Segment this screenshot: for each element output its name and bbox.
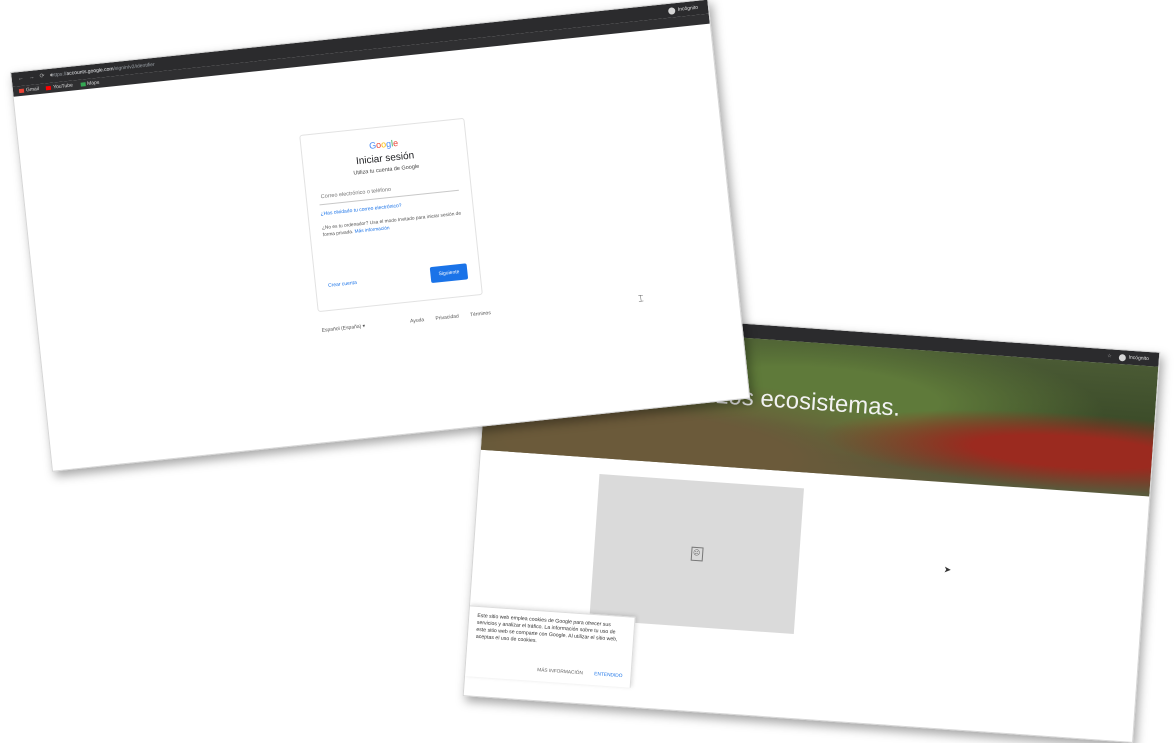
maps-icon (79, 81, 86, 87)
signin-card: Google Iniciar sesión Utiliza tu cuenta … (299, 117, 483, 313)
url-prefix: https:// (51, 71, 67, 79)
signin-footer: Español (España) ▾ Ayuda Privacidad Térm… (321, 310, 491, 334)
next-button[interactable]: Siguiente (429, 263, 469, 284)
chevron-down-icon: ▾ (362, 323, 366, 330)
browser-top-bar: ← → ⟳ ● https://accounts.google.com/sign… (11, 0, 709, 87)
bookmark-maps[interactable]: Maps (79, 78, 100, 90)
incognito-icon (1118, 353, 1126, 361)
google-signin-screenshot: ← → ⟳ ● https://accounts.google.com/sign… (10, 0, 751, 472)
cookie-text: Este sitio web emplea cookies de Google … (475, 612, 618, 645)
gmail-icon (18, 88, 25, 93)
more-info-link[interactable]: MÁS INFORMACIÓN (537, 668, 583, 676)
forward-icon[interactable]: → (28, 70, 35, 85)
reload-icon[interactable]: ⟳ (39, 69, 45, 83)
privacy-link[interactable]: Privacidad (435, 313, 459, 321)
bookmark-label: Maps (86, 79, 100, 87)
url-domain: accounts.google.com (66, 66, 114, 78)
bookmark-label: Gmail (25, 86, 40, 94)
bookmarks-bar: Gmail YouTube Maps (12, 13, 710, 97)
mouse-cursor-icon: ⌶ (637, 293, 645, 304)
cookie-actions: MÁS INFORMACIÓN ENTENDIDO (527, 667, 623, 679)
bookmark-youtube[interactable]: YouTube (46, 81, 74, 94)
broken-embed-placeholder: ☹ (589, 474, 804, 634)
language-select[interactable]: Español (España) ▾ (321, 323, 365, 334)
footer-links: Ayuda Privacidad Términos (400, 310, 491, 325)
bookmark-gmail[interactable]: Gmail (18, 84, 40, 96)
language-label: Español (España) (321, 323, 362, 334)
incognito-label: Incógnito (1128, 354, 1150, 363)
url-path: /signin/v2/identifier (113, 61, 156, 73)
incognito-icon (667, 6, 676, 15)
sad-face-icon: ☹ (690, 546, 704, 562)
bookmark-label: YouTube (53, 82, 74, 91)
help-link[interactable]: Ayuda (410, 317, 425, 324)
more-info-link[interactable]: Más información (354, 226, 390, 235)
youtube-icon (46, 85, 52, 90)
back-icon[interactable]: ← (17, 72, 24, 87)
cookie-banner: Este sitio web emplea cookies de Google … (465, 605, 636, 688)
terms-link[interactable]: Términos (470, 310, 491, 318)
signin-actions: Crear cuenta Siguiente (327, 263, 469, 294)
logo-letter: e (392, 137, 399, 149)
accept-cookies-button[interactable]: ENTENDIDO (594, 672, 623, 679)
create-account-link[interactable]: Crear cuenta (328, 280, 357, 289)
mouse-cursor-icon: ➤ (943, 564, 952, 575)
guest-text: ¿No es tu ordenador? Usa el modo Invitad… (321, 211, 462, 239)
star-icon[interactable]: ☆ (1107, 349, 1112, 363)
